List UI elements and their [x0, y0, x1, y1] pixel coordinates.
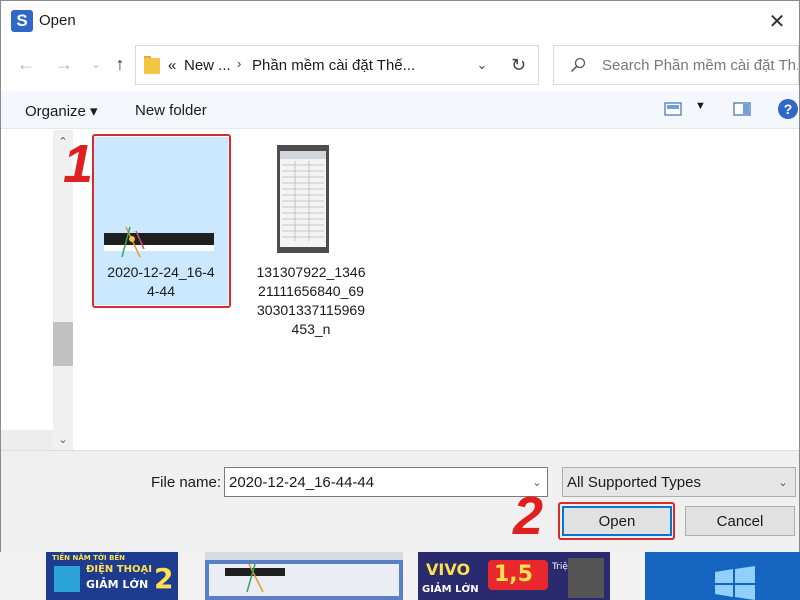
- file-type-select[interactable]: All Supported Types ⌄: [562, 467, 796, 497]
- file-list: 2020-12-24_16-4 4-44 131307922_1346 2111…: [73, 130, 799, 450]
- file-thumbnail: [277, 145, 329, 253]
- recent-locations-button[interactable]: ⌄: [85, 53, 107, 75]
- dialog-footer: File name: 2020-12-24_16-44-44 ⌄ All Sup…: [1, 450, 799, 552]
- organize-button[interactable]: Organize ▾: [25, 102, 98, 120]
- view-options-icon[interactable]: [664, 101, 682, 117]
- file-name: 131307922_1346 21111656840_69 3030133711…: [256, 264, 366, 337]
- address-dropdown-button[interactable]: ⌄: [472, 55, 492, 75]
- title-bar: S Open ✕: [1, 1, 799, 41]
- scrollbar-thumb[interactable]: [53, 322, 73, 366]
- search-placeholder: Search Phần mềm cài đặt Th...: [602, 57, 798, 74]
- annotation-step-1: 1: [63, 134, 94, 194]
- refresh-button[interactable]: ↻: [499, 45, 539, 85]
- search-input[interactable]: Search Phần mềm cài đặt Th...: [553, 45, 799, 85]
- app-icon: S: [11, 10, 33, 32]
- caret-down-icon: ▼: [695, 100, 706, 112]
- address-row: ← → ⌄ ↑ « New ... › Phần mềm cài đặt Thế…: [1, 43, 799, 87]
- open-button[interactable]: Open: [562, 506, 672, 536]
- arrow-up-icon: ↑: [115, 53, 125, 74]
- forward-button[interactable]: →: [53, 53, 75, 75]
- refresh-icon: ↻: [510, 54, 527, 75]
- file-name-value: 2020-12-24_16-44-44: [229, 474, 375, 491]
- background-thumbnail[interactable]: TIỀN NĂM TỚI BẾN ĐIỆN THOẠI GIẢM LỚN 2: [46, 552, 178, 600]
- navigation-pane[interactable]: [1, 130, 53, 450]
- preview-pane-icon[interactable]: [733, 101, 751, 117]
- cancel-button[interactable]: Cancel: [685, 506, 795, 536]
- close-button[interactable]: ✕: [765, 9, 789, 33]
- breadcrumb-current[interactable]: Phần mềm cài đặt Thế...: [252, 57, 415, 74]
- chevron-right-icon: ›: [237, 56, 242, 71]
- window-title: Open: [39, 12, 76, 29]
- close-icon: ✕: [768, 10, 786, 33]
- file-item[interactable]: 131307922_1346 21111656840_69 3030133711…: [251, 137, 371, 347]
- help-icon[interactable]: ?: [778, 99, 798, 119]
- file-type-value: All Supported Types: [567, 474, 701, 491]
- up-button[interactable]: ↑: [109, 53, 131, 75]
- search-icon: [570, 57, 586, 73]
- chevron-down-icon: ⌄: [91, 58, 101, 71]
- open-dialog: S Open ✕ ← → ⌄ ↑ « New ... › Phần mềm cà…: [0, 0, 800, 552]
- file-name-field[interactable]: 2020-12-24_16-44-44 ⌄: [224, 467, 548, 497]
- annotation-step-2: 2: [513, 486, 544, 546]
- arrow-left-icon: ←: [17, 53, 35, 74]
- command-toolbar: Organize ▾ New folder ▼ ?: [1, 91, 799, 129]
- background-thumbnail[interactable]: [205, 552, 403, 600]
- background-windows-strip: TIỀN NĂM TỚI BẾN ĐIỆN THOẠI GIẢM LỚN 2 V…: [0, 552, 800, 600]
- view-dropdown-button[interactable]: ▼: [695, 100, 706, 112]
- address-bar[interactable]: « New ... › Phần mềm cài đặt Thế... ⌄: [135, 45, 539, 85]
- new-folder-button[interactable]: New folder: [135, 102, 207, 119]
- breadcrumb-overflow[interactable]: «: [168, 57, 176, 74]
- folder-icon: [144, 56, 160, 74]
- back-button[interactable]: ←: [15, 53, 37, 75]
- windows-logo-icon: [715, 566, 755, 600]
- chevron-down-icon: ⌄: [778, 476, 788, 489]
- annotation-box-1: [92, 134, 231, 308]
- scroll-down-icon[interactable]: ⌄: [53, 430, 73, 448]
- background-thumbnail[interactable]: [645, 552, 800, 600]
- navigation-pane-hscroll[interactable]: [1, 430, 53, 450]
- chevron-down-icon: ⌄: [476, 57, 488, 72]
- background-thumbnail[interactable]: VIVO GIẢM LỚN 1,5 Triệu: [418, 552, 610, 600]
- arrow-right-icon: →: [55, 53, 73, 74]
- file-name-label: File name:: [151, 474, 222, 491]
- breadcrumb-new[interactable]: New ...: [184, 57, 231, 74]
